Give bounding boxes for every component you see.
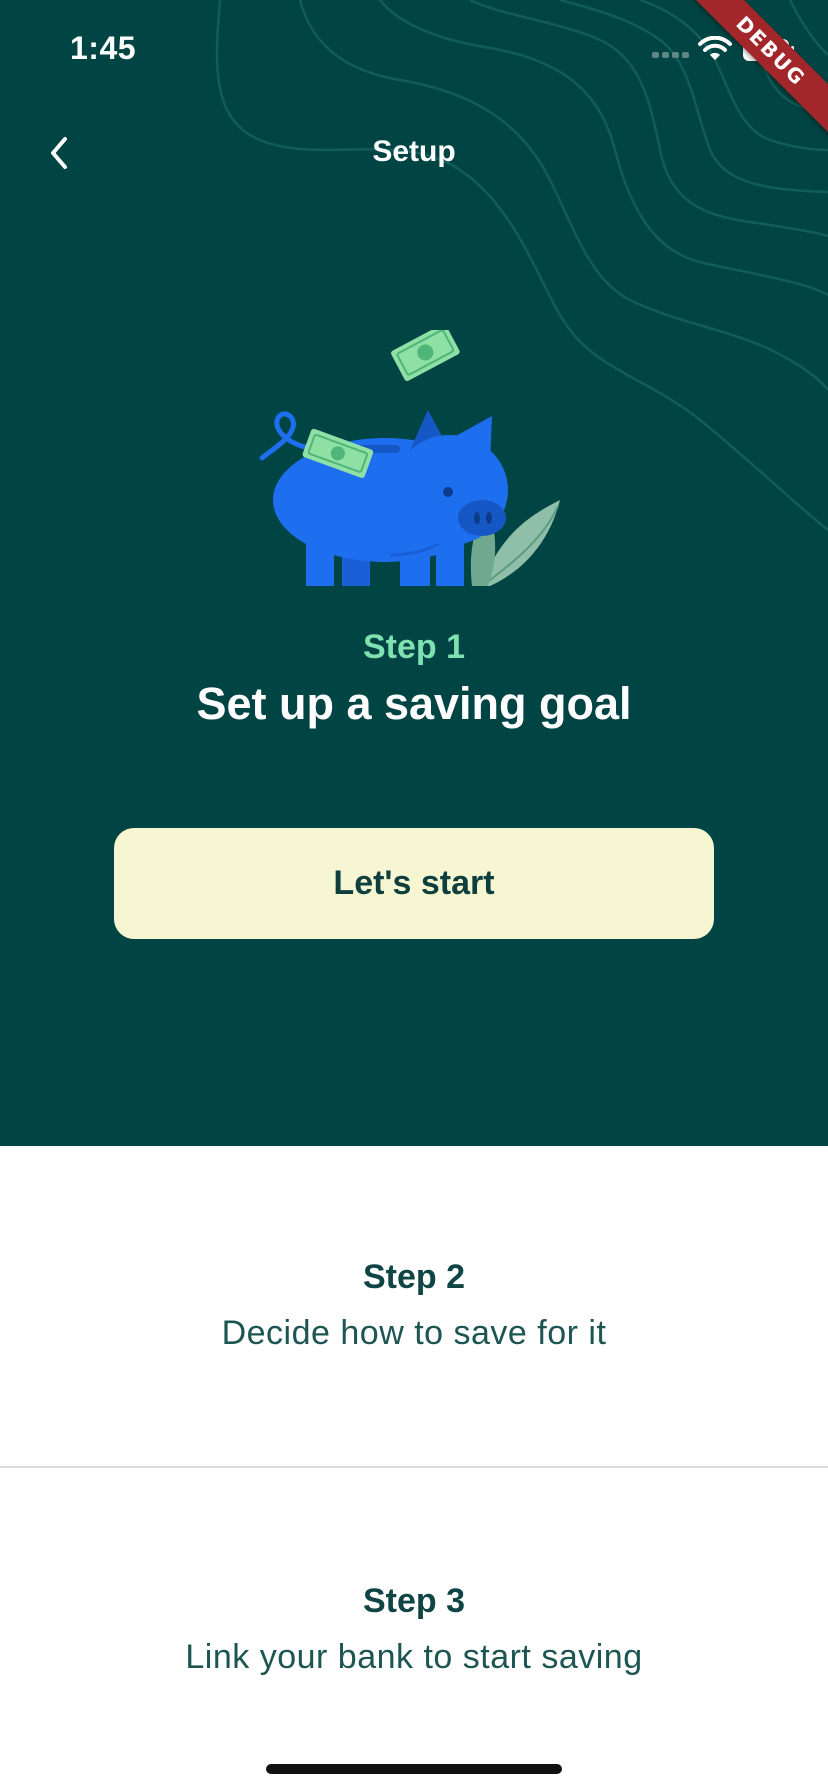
step-3-section[interactable]: Step 3 Link your bank to start saving	[0, 1470, 828, 1792]
step-2-section[interactable]: Step 2 Decide how to save for it	[0, 1146, 828, 1468]
piggy-bank-illustration	[250, 330, 580, 590]
step-1-title: Set up a saving goal	[196, 678, 632, 729]
status-time: 1:45	[70, 30, 137, 66]
wifi-icon	[698, 36, 732, 60]
lets-start-button[interactable]: Let's start	[114, 828, 714, 939]
step-1-label: Step 1	[362, 628, 466, 666]
navigation-bar: Setup	[0, 120, 828, 186]
hero-section: 1:45 DEBUG Setup Step 1 Set up a saving …	[0, 0, 828, 1146]
step-3-label: Step 3	[362, 1582, 466, 1620]
status-bar: 1:45	[0, 0, 828, 100]
step-2-label: Step 2	[362, 1258, 466, 1296]
page-title: Setup	[372, 135, 456, 168]
step-2-description: Decide how to save for it	[221, 1314, 607, 1352]
step-3-description: Link your bank to start saving	[185, 1638, 643, 1676]
home-indicator[interactable]	[266, 1764, 562, 1774]
signal-icon	[652, 52, 689, 58]
